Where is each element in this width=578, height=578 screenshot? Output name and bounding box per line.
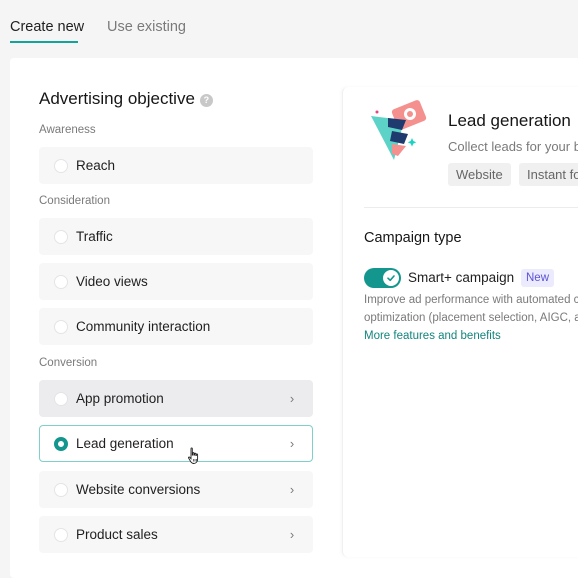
campaign-type-title: Campaign type: [364, 230, 462, 246]
objective-title: Advertising objective: [39, 89, 195, 108]
divider: [364, 207, 578, 208]
smart-campaign-toggle[interactable]: [364, 268, 401, 288]
tab-use-existing[interactable]: Use existing: [107, 19, 186, 35]
option-label: Video views: [76, 274, 148, 289]
campaign-description-line: optimization (placement selection, AIGC,…: [364, 312, 578, 324]
option-website-conversions[interactable]: Website conversions ›: [39, 471, 313, 508]
option-label: Reach: [76, 158, 116, 173]
section-label-consideration: Consideration: [39, 195, 110, 207]
more-features-link[interactable]: More features and benefits: [364, 330, 501, 342]
radio-button[interactable]: [54, 274, 68, 289]
option-community-interaction[interactable]: Community interaction: [39, 308, 313, 345]
chevron-right-icon: ›: [289, 436, 295, 451]
option-video-views[interactable]: Video views: [39, 263, 313, 300]
option-product-sales[interactable]: Product sales ›: [39, 516, 313, 553]
option-app-promotion[interactable]: App promotion ›: [39, 380, 313, 417]
lead-generation-illustration-icon: [371, 100, 427, 160]
option-label: Website conversions: [76, 482, 201, 497]
chevron-right-icon: ›: [289, 527, 295, 542]
tag-website: Website: [448, 163, 511, 186]
radio-button[interactable]: [54, 319, 68, 334]
objective-heading: Advertising objective ?: [39, 89, 213, 109]
new-badge: New: [521, 269, 555, 287]
radio-button[interactable]: [54, 482, 68, 497]
check-icon: [383, 270, 399, 286]
smart-campaign-label: Smart+ campaign: [408, 270, 515, 285]
option-label: Product sales: [76, 527, 158, 542]
option-label: Lead generation: [76, 436, 174, 451]
option-traffic[interactable]: Traffic: [39, 218, 313, 255]
detail-title: Lead generation: [448, 111, 571, 130]
option-lead-generation[interactable]: Lead generation ›: [39, 425, 313, 462]
radio-button[interactable]: [54, 229, 68, 244]
tab-bar: Create new Use existing: [0, 0, 578, 58]
campaign-description-line: Improve ad performance with automated ca: [364, 294, 578, 306]
option-label: Community interaction: [76, 319, 211, 334]
chevron-right-icon: ›: [289, 482, 295, 497]
radio-button[interactable]: [54, 391, 68, 406]
active-tab-indicator: [10, 41, 78, 43]
section-label-awareness: Awareness: [39, 124, 96, 136]
radio-button[interactable]: [54, 527, 68, 542]
question-circle-icon[interactable]: ?: [199, 93, 213, 107]
tab-create-new[interactable]: Create new: [10, 19, 84, 35]
detail-description: Collect leads for your b: [448, 139, 578, 154]
option-label: Traffic: [76, 229, 113, 244]
option-reach[interactable]: Reach: [39, 147, 313, 184]
chevron-right-icon: ›: [289, 391, 295, 406]
option-label: App promotion: [76, 391, 164, 406]
section-label-conversion: Conversion: [39, 357, 98, 369]
radio-button-selected[interactable]: [54, 436, 68, 451]
tag-instant-form: Instant fo: [519, 163, 578, 186]
hand-pointer-cursor-icon: [188, 447, 199, 464]
radio-button[interactable]: [54, 158, 68, 173]
